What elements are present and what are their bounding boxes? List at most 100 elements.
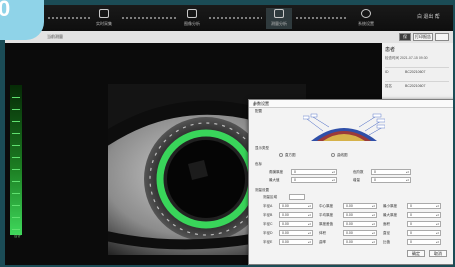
- toolbar-tool-4[interactable]: 系统设置: [353, 8, 379, 29]
- save-button[interactable]: 保: [399, 33, 411, 41]
- radio-histogram-label: 直方图: [285, 153, 296, 157]
- table-input-value: 0.00: [346, 213, 353, 217]
- table-cell-label: 平均厚度: [319, 213, 333, 217]
- table-cell-label: 半径D: [263, 231, 273, 235]
- table-input-value: 0.00: [282, 213, 289, 217]
- settings-dialog: 参数设置 × 配置 显示类型 直方图 曲线图 色标 角膜厚度 0 ▴▾ 色阶数 …: [248, 99, 453, 265]
- toolbar-divider: [121, 17, 177, 19]
- table-cell-label: 厚度差值: [319, 222, 333, 226]
- toolbar-tool-label: 系统设置: [358, 21, 374, 26]
- patient-field-name: 姓名 BC20210607: [385, 81, 449, 91]
- row1-label-2: 色阶数: [353, 170, 364, 174]
- patient-panel-title: 患者: [385, 47, 396, 53]
- table-input-value: 0.00: [282, 204, 289, 208]
- patient-panel-subtitle: 检查时间 2021-07-15 09:30: [385, 56, 428, 60]
- table-input-value: 0.00: [346, 240, 353, 244]
- table-input-value: 0: [410, 204, 412, 208]
- row1-input-2[interactable]: 0 ▴▾: [371, 169, 411, 175]
- screenshot-frame: 0 实时采集 图像分析 测量分析 系统设置 白 退出 帮 当前测量 保 打印报告…: [0, 0, 455, 267]
- more-button[interactable]: [435, 33, 449, 41]
- table-cell-label: 中心厚度: [319, 204, 333, 208]
- table-cell-label: 最大厚度: [383, 213, 397, 217]
- row2-input-1[interactable]: 0 ▴▾: [291, 177, 337, 183]
- toolbar-tool-1[interactable]: 实时采集: [91, 8, 117, 29]
- image-icon: [187, 9, 197, 18]
- toolbar-tool-3-active[interactable]: 测量分析: [266, 8, 292, 29]
- dialog-section-config: 配置: [255, 109, 262, 113]
- ok-button[interactable]: 确定: [407, 250, 425, 257]
- toolbar-tool-label: 测量分析: [271, 21, 287, 26]
- toolbar-divider: [208, 17, 262, 19]
- table-input-value: 0.00: [346, 231, 353, 235]
- table-cell-label: 半径B: [263, 213, 273, 217]
- table-cell-label: 比值: [383, 240, 390, 244]
- corner-badge: 0: [0, 0, 44, 40]
- table-input[interactable]: 0.00 ▴▾: [279, 203, 313, 209]
- table-input[interactable]: 0 ▴▾: [407, 212, 441, 218]
- table-input-value: 0.00: [282, 240, 289, 244]
- close-icon[interactable]: ×: [253, 101, 452, 108]
- camera-icon: [99, 9, 109, 18]
- table-input[interactable]: 0.00 ▴▾: [343, 212, 377, 218]
- table-input[interactable]: 0.00 ▴▾: [343, 203, 377, 209]
- radio-histogram[interactable]: [279, 153, 283, 157]
- toolbar-divider: [47, 17, 91, 19]
- top-toolbar: 实时采集 图像分析 测量分析 系统设置 白 退出 帮: [5, 5, 453, 32]
- table-input[interactable]: 0 ▴▾: [407, 230, 441, 236]
- table-input-value: 0.00: [346, 204, 353, 208]
- table-input[interactable]: 0.00 ▴▾: [279, 239, 313, 245]
- field-value: BC20210607: [405, 84, 426, 88]
- color-scale-bar: [10, 85, 22, 235]
- table-input-value: 0.00: [282, 222, 289, 226]
- sub-toolbar-title: 当前测量: [47, 34, 63, 39]
- table-input[interactable]: 0 ▴▾: [407, 239, 441, 245]
- table-input[interactable]: 0 ▴▾: [407, 203, 441, 209]
- table-input-value: 0.00: [282, 231, 289, 235]
- row2-label-1: 最大值: [269, 178, 280, 182]
- radio-curve[interactable]: [331, 153, 335, 157]
- scale-footer: 合计: [14, 234, 21, 238]
- table-cell-label: 半径C: [263, 222, 273, 226]
- table-input-value: 0.00: [346, 222, 353, 226]
- table-input-value: 0: [410, 213, 412, 217]
- row2-input-2-value: 0: [374, 178, 376, 182]
- table-input[interactable]: 0 ▴▾: [407, 221, 441, 227]
- table-cell-label: 直径: [383, 231, 390, 235]
- table-cell-label: 最小厚度: [383, 204, 397, 208]
- table-cell-label: 面积: [383, 222, 390, 226]
- table-cell-label: 半径E: [263, 240, 273, 244]
- field-key: 姓名: [385, 84, 392, 88]
- patient-field-id: ID BC20210607: [385, 67, 449, 77]
- settings-icon: [361, 9, 371, 18]
- table-input[interactable]: 0.00 ▴▾: [279, 212, 313, 218]
- toolbar-right-links[interactable]: 白 退出 帮: [417, 13, 440, 20]
- row2-input-2[interactable]: 0 ▴▾: [371, 177, 411, 183]
- toolbar-divider: [295, 17, 347, 19]
- measure-icon: [274, 9, 284, 18]
- table-input-value: 0: [410, 231, 412, 235]
- dialog-section-display: 显示类型: [255, 146, 269, 150]
- table-input[interactable]: 0.00 ▴▾: [279, 221, 313, 227]
- table-input[interactable]: 0.00 ▴▾: [343, 230, 377, 236]
- table-input[interactable]: 0.00 ▴▾: [343, 221, 377, 227]
- sub-toolbar: 当前测量 保 打印报告: [5, 31, 453, 43]
- toolbar-tool-label: 图像分析: [184, 21, 200, 26]
- row1-label-1: 角膜厚度: [269, 170, 283, 174]
- dialog-section-colorscale: 色标: [255, 162, 262, 166]
- cancel-button[interactable]: 取消: [429, 250, 447, 257]
- row1-input-1[interactable]: 0 ▴▾: [291, 169, 337, 175]
- table-cell-label: 半径A: [263, 204, 273, 208]
- table-input[interactable]: 0.00 ▴▾: [343, 239, 377, 245]
- table-input[interactable]: 0.00 ▴▾: [279, 230, 313, 236]
- table-input-value: 0: [410, 222, 412, 226]
- toolbar-tool-2[interactable]: 图像分析: [179, 8, 205, 29]
- table-cell-label: 体积: [319, 231, 326, 235]
- badge-number: 0: [0, 0, 11, 21]
- row2-label-2: 增量: [353, 178, 360, 182]
- toolbar-tool-label: 实时采集: [96, 21, 112, 26]
- dialog-titlebar: 参数设置 ×: [249, 100, 453, 108]
- measure-area-select[interactable]: [289, 194, 305, 200]
- field-value: BC20210607: [405, 70, 426, 74]
- print-report-button[interactable]: 打印报告: [413, 33, 433, 41]
- table-input-value: 0: [410, 240, 412, 244]
